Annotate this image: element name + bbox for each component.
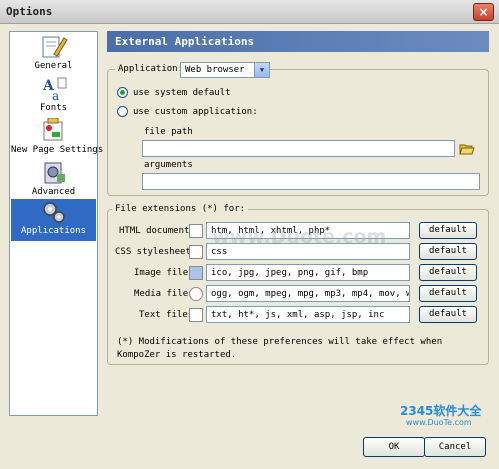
sidebar-item-label: Fonts — [39, 103, 68, 113]
sidebar-item-label: Advanced — [31, 187, 76, 197]
sidebar-item-applications[interactable]: Applications — [11, 199, 96, 241]
image-default-button[interactable]: default — [419, 264, 477, 281]
radio-system-default[interactable] — [117, 87, 128, 98]
media-default-button[interactable]: default — [419, 285, 477, 302]
radio-custom-application-label: use custom application: — [133, 107, 258, 117]
css-file-icon — [189, 245, 203, 259]
watermark-url: www.DuoTe.com — [406, 418, 472, 427]
arguments-input[interactable] — [142, 173, 480, 190]
file-path-input[interactable] — [142, 140, 455, 157]
sidebar-item-advanced[interactable]: Advanced — [11, 160, 96, 202]
title-bar[interactable]: Options × — [0, 0, 499, 24]
category-sidebar: General A a Fonts New Page Settings Adva… — [9, 31, 104, 416]
close-button[interactable]: × — [473, 3, 494, 21]
sidebar-item-general[interactable]: General — [11, 34, 96, 76]
ok-button[interactable]: OK — [363, 437, 425, 457]
image-file-icon — [189, 266, 203, 280]
new-page-settings-icon — [43, 118, 63, 141]
css-stylesheets-label: CSS stylesheets — [115, 247, 197, 257]
radio-custom-application[interactable] — [117, 106, 128, 117]
restart-note: (*) Modifications of these preferences w… — [117, 337, 443, 360]
watermark-brand: 2345软件大全 — [400, 404, 482, 418]
arguments-label: arguments — [144, 160, 193, 170]
text-file-icon — [189, 308, 203, 322]
window-title: Options — [6, 5, 53, 18]
sidebar-item-label: New Page Settings — [11, 145, 104, 155]
radio-system-default-label: use system default — [133, 88, 231, 98]
sidebar-item-new-page-settings[interactable]: New Page Settings — [11, 118, 104, 160]
close-icon: × — [478, 5, 489, 19]
css-default-button[interactable]: default — [419, 243, 477, 260]
advanced-icon — [44, 162, 65, 184]
fonts-icon: A a — [42, 77, 67, 102]
media-extensions-input[interactable]: ogg, ogm, mpeg, mpg, mp3, mp4, mov, wma,… — [206, 285, 410, 302]
sidebar-item-label: Applications — [20, 226, 87, 236]
general-icon — [42, 36, 68, 58]
text-extensions-input[interactable]: txt, ht*, js, xml, asp, jsp, inc — [206, 306, 410, 323]
file-path-label: file path — [144, 127, 193, 137]
folder-open-icon[interactable] — [459, 142, 475, 156]
options-window: Options × General A a Fonts New Page Set… — [0, 0, 499, 469]
image-files-label: Image files — [134, 268, 194, 278]
cancel-button[interactable]: Cancel — [424, 437, 486, 457]
sidebar-item-fonts[interactable]: A a Fonts — [11, 76, 96, 118]
watermark-center: www.Duote.com — [212, 226, 387, 248]
image-extensions-input[interactable]: ico, jpg, jpeg, png, gif, bmp — [206, 264, 410, 281]
file-extensions-legend: File extensions (*) for: — [112, 204, 249, 214]
application-select[interactable]: Web browser ▼ — [180, 62, 270, 78]
page-title: External Applications — [107, 31, 489, 52]
html-documents-label: HTML documents — [119, 226, 195, 236]
chevron-down-icon: ▼ — [254, 63, 269, 77]
text-default-button[interactable]: default — [419, 306, 477, 323]
media-file-icon — [189, 287, 203, 301]
application-select-value: Web browser — [185, 65, 245, 75]
svg-text:a: a — [52, 89, 59, 102]
sidebar-item-label: General — [34, 61, 73, 71]
html-default-button[interactable]: default — [419, 222, 477, 239]
applications-icon — [43, 202, 65, 223]
text-files-label: Text files — [139, 310, 194, 320]
media-files-label: Media files — [134, 289, 194, 299]
application-label: Application: — [115, 64, 187, 74]
html-file-icon — [189, 224, 203, 238]
